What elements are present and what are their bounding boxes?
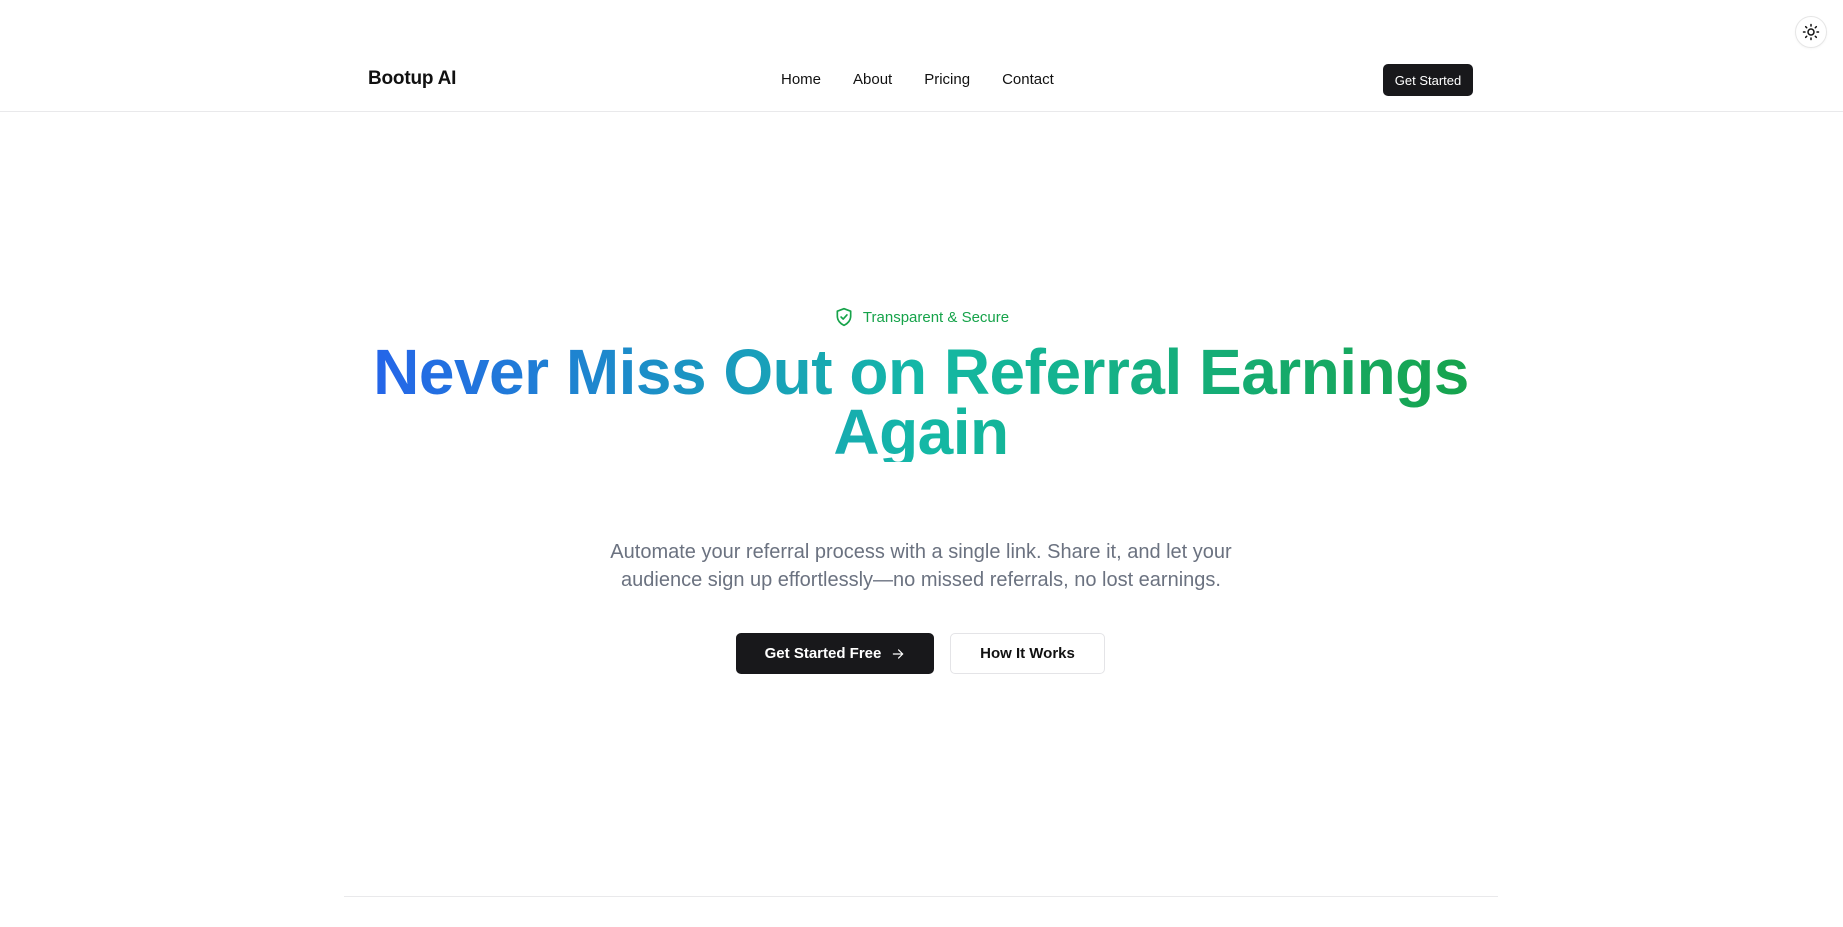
how-it-works-button[interactable]: How It Works (950, 633, 1105, 674)
hero-subtitle: Automate your referral process with a si… (561, 538, 1281, 594)
brand-logo[interactable]: Bootup AI (368, 68, 456, 90)
hero-subtitle-line2: audience sign up effortlessly—no missed … (621, 569, 1221, 591)
shield-check-icon (836, 307, 852, 327)
get-started-free-button[interactable]: Get Started Free (736, 633, 934, 674)
hero-headline: Never Miss Out on Referral Earnings Agai… (360, 342, 1482, 462)
nav-contact-link[interactable]: Contact (1002, 71, 1054, 88)
hero-subtitle-line1: Automate your referral process with a si… (610, 541, 1232, 563)
header-get-started-button[interactable]: Get Started (1383, 64, 1473, 96)
nav-pricing-link[interactable]: Pricing (924, 71, 970, 88)
main-nav: Home About Pricing Contact (781, 71, 1054, 88)
landing-page: Bootup AI Home About Pricing Contact Get… (0, 0, 1843, 927)
section-divider (344, 896, 1498, 897)
trust-badge-label: Transparent & Secure (862, 308, 1010, 326)
get-started-free-label: Get Started Free (764, 645, 882, 662)
nav-home-link[interactable]: Home (781, 71, 821, 88)
trust-badge: Transparent & Secure (0, 306, 1843, 328)
nav-about-link[interactable]: About (853, 71, 892, 88)
hero-headline-line2: Again (833, 396, 1009, 468)
arrow-right-icon (893, 648, 904, 659)
site-header: Bootup AI Home About Pricing Contact Get… (0, 0, 1843, 112)
